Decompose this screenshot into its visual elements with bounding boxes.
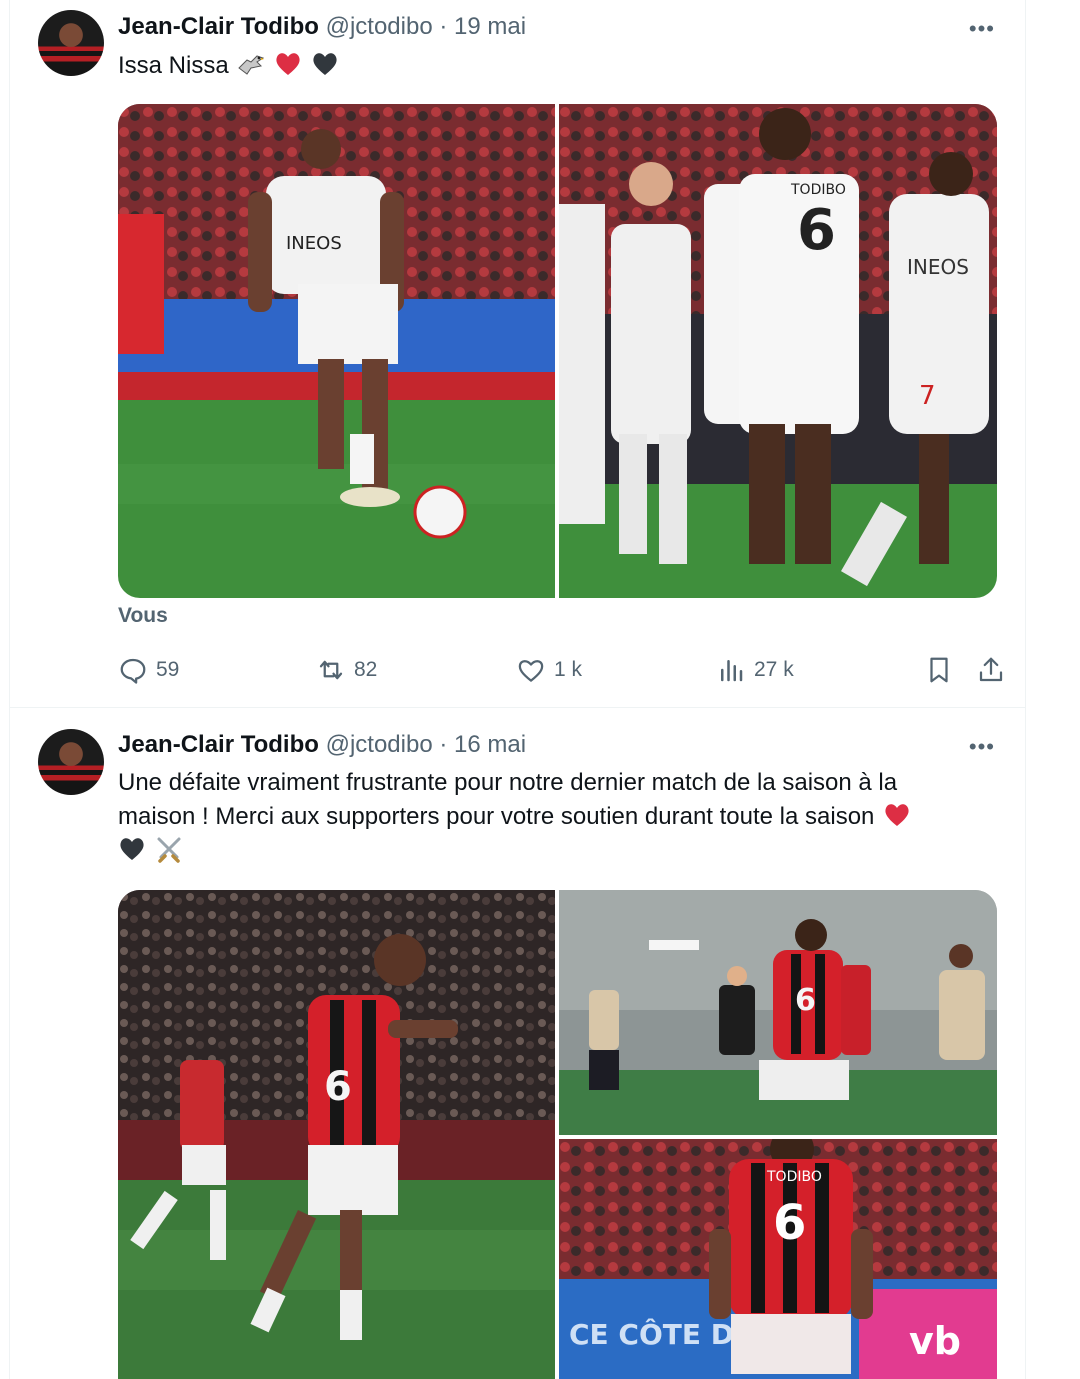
svg-text:INEOS: INEOS: [286, 233, 342, 254]
heart-icon: [518, 660, 544, 682]
tweet-text-line-2: maison ! Merci aux supporters pour votre…: [118, 800, 998, 834]
media-grid: 6 6 CE CÔTE D'A vb TODIBO 6: [118, 890, 997, 1379]
tweet-text-content: maison ! Merci aux supporters pour votre…: [118, 803, 875, 830]
tweet[interactable]: Jean-Clair Todibo @jctodibo · 19 mai •••…: [10, 0, 1025, 708]
avatar[interactable]: [38, 10, 104, 76]
red-heart-icon: [276, 53, 300, 75]
photo-player-running[interactable]: 6: [118, 890, 555, 1379]
author-handle[interactable]: @jctodibo: [326, 13, 433, 40]
svg-text:6: 6: [773, 1195, 806, 1251]
tagged-users[interactable]: Vous: [118, 604, 168, 628]
tweet-date[interactable]: 16 mai: [454, 731, 526, 758]
repost-button[interactable]: 82: [316, 648, 377, 692]
svg-text:7: 7: [919, 381, 936, 411]
bookmark-button[interactable]: [924, 648, 962, 692]
more-options-icon[interactable]: •••: [969, 736, 995, 758]
tweet[interactable]: Jean-Clair Todibo @jctodibo · 16 mai •••…: [10, 708, 1025, 1379]
photo-team-celebration[interactable]: 6 TODIBO INEOS 7: [559, 104, 997, 598]
more-options-icon[interactable]: •••: [969, 18, 995, 40]
eagle-icon: [238, 55, 265, 75]
tweet-text-line: Une défaite vraiment frustrante pour not…: [118, 769, 898, 796]
tweet-text-line-3: [118, 834, 998, 868]
svg-text:6: 6: [795, 983, 816, 1018]
share-button[interactable]: [976, 648, 1014, 692]
black-heart-icon: [313, 53, 337, 75]
repost-count: 82: [354, 658, 378, 681]
svg-text:vb: vb: [909, 1319, 961, 1363]
tweet-text: Issa Nissa: [118, 49, 998, 83]
author-handle[interactable]: @jctodibo: [326, 731, 433, 758]
red-heart-icon: [885, 804, 909, 826]
author-name[interactable]: Jean-Clair Todibo: [118, 731, 319, 758]
svg-text:6: 6: [324, 1064, 352, 1110]
tweet-text-content: Issa Nissa: [118, 52, 229, 79]
repost-icon: [319, 660, 343, 680]
views-icon: [721, 660, 743, 682]
tweet-header: Jean-Clair Todibo @jctodibo · 16 mai: [118, 730, 526, 760]
author-name[interactable]: Jean-Clair Todibo: [118, 13, 319, 40]
black-heart-icon: [120, 838, 144, 860]
svg-text:TODIBO: TODIBO: [766, 1169, 822, 1185]
photo-player-back-6[interactable]: CE CÔTE D'A vb TODIBO 6: [559, 1139, 997, 1379]
reply-button[interactable]: 59: [118, 648, 179, 692]
views-count: 27 k: [754, 658, 794, 681]
like-button[interactable]: 1 k: [516, 648, 582, 692]
photo-player-ball[interactable]: INEOS: [118, 104, 555, 598]
share-icon: [979, 657, 1003, 682]
svg-text:TODIBO: TODIBO: [790, 182, 846, 198]
media-divider: [559, 1135, 997, 1139]
like-count: 1 k: [554, 658, 583, 681]
photo-match-smoke[interactable]: 6: [559, 890, 997, 1135]
tweet-actions: 59 82 1 k 27 k: [118, 648, 1003, 692]
bookmark-icon: [930, 657, 948, 683]
crossed-swords-icon: [157, 837, 181, 863]
svg-text:6: 6: [797, 198, 836, 263]
timeline: Jean-Clair Todibo @jctodibo · 19 mai •••…: [9, 0, 1026, 1379]
views-button[interactable]: 27 k: [716, 648, 794, 692]
tweet-header: Jean-Clair Todibo @jctodibo · 19 mai: [118, 12, 526, 42]
separator: ·: [439, 731, 448, 758]
reply-count: 59: [156, 658, 180, 681]
avatar[interactable]: [38, 729, 104, 795]
tweet-text: Une défaite vraiment frustrante pour not…: [118, 766, 998, 868]
svg-text:INEOS: INEOS: [907, 255, 969, 279]
reply-icon: [120, 658, 146, 684]
separator: ·: [439, 13, 448, 40]
media-divider: [555, 104, 559, 598]
tweet-date[interactable]: 19 mai: [454, 13, 526, 40]
media-grid: INEOS 6 TODIBO INEOS 7: [118, 104, 997, 598]
